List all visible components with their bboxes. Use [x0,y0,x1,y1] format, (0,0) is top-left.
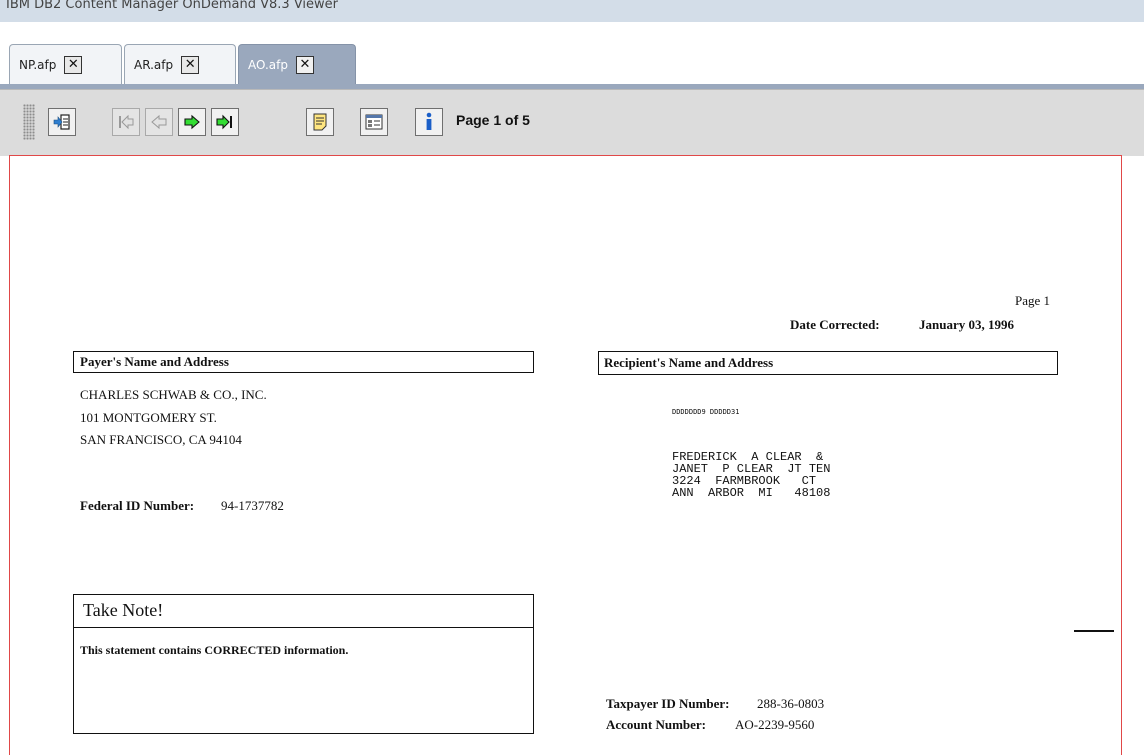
payer-line: CHARLES SCHWAB & CO., INC. [80,387,267,402]
first-page-button[interactable] [112,108,140,136]
previous-page-icon [151,114,167,130]
close-icon[interactable]: ✕ [64,55,83,74]
date-corrected-value: January 03, 1996 [919,317,1014,332]
info-icon [426,112,432,130]
first-page-icon [119,114,134,130]
window-titlebar: IBM DB2 Content Manager OnDemand V8.3 Vi… [0,0,1144,22]
tab-label: AR.afp [134,57,174,72]
window-title: IBM DB2 Content Manager OnDemand V8.3 Vi… [6,0,339,12]
payer-header: Payer's Name and Address [80,354,229,369]
take-note-text: This statement contains CORRECTED inform… [80,643,349,657]
tab-label: AO.afp [248,57,288,72]
next-page-button[interactable] [178,108,206,136]
tab-ar-afp[interactable]: AR.afp ✕ [124,44,236,84]
take-note-header: Take Note! [83,600,164,620]
page-number-label: Page 1 [1014,293,1050,308]
next-page-icon [184,114,200,130]
payer-line: 101 MONTGOMERY ST. [80,410,217,425]
last-page-icon [216,114,232,130]
taxpayer-id-value: 288-36-0803 [757,696,825,711]
date-corrected-label: Date Corrected: [790,317,880,332]
account-number-value: AO-2239-9560 [735,717,815,732]
close-icon[interactable]: ✕ [295,55,314,74]
page-edge-marker [1074,630,1114,632]
payer-line: SAN FRANCISCO, CA 94104 [80,432,242,447]
go-to-page-button[interactable] [48,108,76,136]
last-page-button[interactable] [211,108,239,136]
notes-icon [313,113,327,131]
recipient-header: Recipient's Name and Address [604,355,774,370]
info-button[interactable] [415,108,443,136]
account-number-label: Account Number: [606,717,707,732]
previous-page-button[interactable] [145,108,173,136]
tab-label: NP.afp [19,57,57,72]
properties-button[interactable] [360,108,388,136]
notes-button[interactable] [306,108,334,136]
toolbar-grip-handle[interactable] [23,104,35,140]
federal-id-value: 94-1737782 [221,498,284,513]
close-icon[interactable]: ✕ [181,55,200,74]
barcode-text: DDDDDDD9 DDDDD31 [672,408,740,416]
tab-ao-afp[interactable]: AO.afp ✕ [238,44,356,84]
properties-icon [365,114,383,130]
recipient-line: ANN ARBOR MI 48108 [672,486,831,500]
tab-np-afp[interactable]: NP.afp ✕ [9,44,122,84]
go-to-page-icon [53,114,70,130]
federal-id-label: Federal ID Number: [80,498,195,513]
taxpayer-id-label: Taxpayer ID Number: [606,696,730,711]
viewer-toolbar: Page 1 of 5 [0,89,1144,156]
page-indicator: Page 1 of 5 [456,112,530,128]
